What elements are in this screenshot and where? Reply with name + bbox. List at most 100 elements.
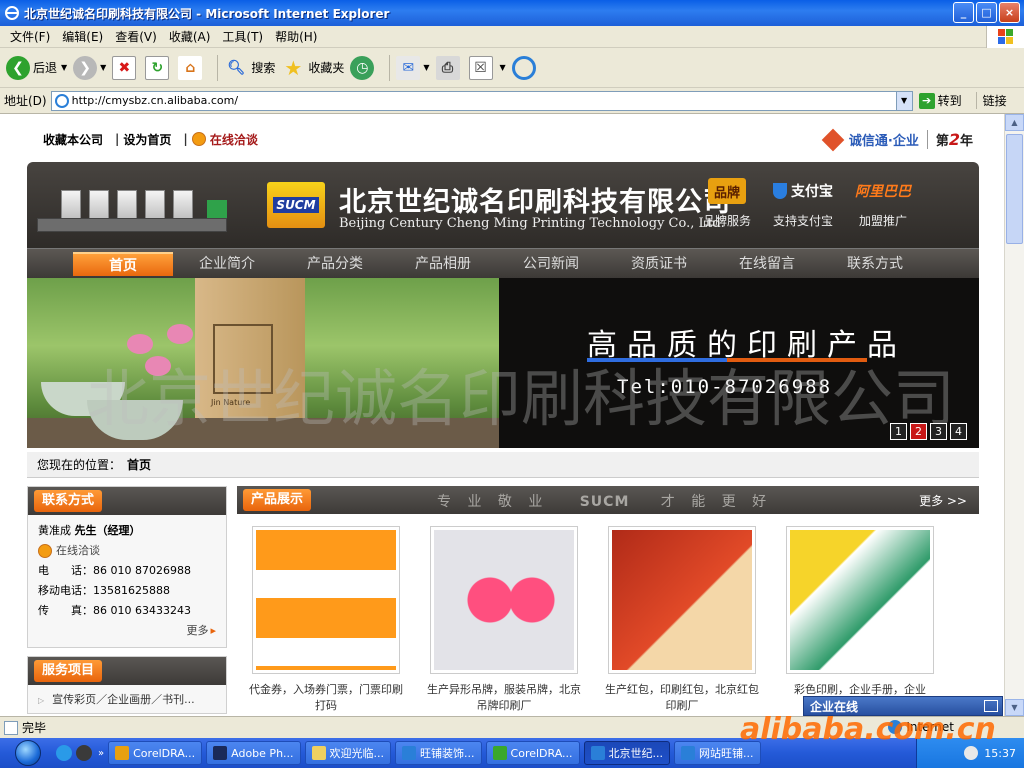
nav-guestbook[interactable]: 在线留言 (713, 252, 821, 276)
stop-button[interactable]: ✖ (112, 55, 139, 80)
toolbar: ❮ 后退 ▼ ❯ ▼ ✖ ↻ ⌂ 🔍︎ 搜索 ★ 收藏夹 ◷ ✉ ▼ ⎙ ☒ ▼ (0, 48, 1024, 88)
menu-tools[interactable]: 工具(T) (216, 28, 269, 45)
product-image-envelopes[interactable] (612, 530, 752, 670)
alipay-badge[interactable]: 支付宝 支持支付宝 (773, 178, 833, 229)
edit-button[interactable]: ☒ ▼ (468, 55, 506, 80)
address-bar: 地址(D) http://cmysbz.cn.alibaba.com/ ▼ ➔ … (0, 88, 1024, 114)
back-arrow-icon: ❮ (6, 55, 30, 80)
tray-icon[interactable] (964, 746, 979, 760)
nav-categories[interactable]: 产品分类 (281, 252, 389, 276)
scroll-down-icon[interactable]: ▼ (1005, 699, 1024, 716)
menu-help[interactable]: 帮助(H) (269, 28, 323, 45)
trust-certificate[interactable]: 诚信通·企业 第2年 (821, 128, 973, 151)
brand-service-badge[interactable]: 品牌 品牌服务 (703, 178, 751, 229)
maximize-button[interactable]: □ (976, 2, 997, 23)
contact-more-link[interactable]: 更多 (38, 621, 216, 641)
qq-quicklaunch-icon[interactable] (76, 745, 92, 761)
printing-press-image (37, 182, 227, 236)
close-button[interactable]: × (999, 2, 1020, 23)
task-welcome[interactable]: 欢迎光临... (304, 741, 392, 765)
menu-file[interactable]: 文件(F) (4, 28, 56, 45)
search-icon: 🔍︎ (227, 59, 246, 76)
refresh-button[interactable]: ↻ (145, 55, 172, 80)
divider: | (183, 132, 188, 146)
product-image-tags[interactable] (434, 530, 574, 670)
task-shop-decoration[interactable]: 旺铺装饰... (395, 741, 482, 765)
product-caption[interactable]: 生产异形吊牌，服装吊牌，北京吊牌印刷厂 (424, 682, 584, 714)
menu-view[interactable]: 查看(V) (109, 28, 163, 45)
window-title: 北京世纪诚名印刷科技有限公司 - Microsoft Internet Expl… (24, 6, 390, 21)
services-box: 服务项目 宣传彩页／企业画册／书刊... (27, 656, 227, 714)
address-dropdown-icon[interactable]: ▼ (895, 91, 912, 110)
chat-link[interactable]: 在线洽谈 (191, 131, 262, 148)
product-image-brochures[interactable] (790, 530, 930, 670)
restore-icon[interactable] (984, 700, 998, 712)
back-button[interactable]: ❮ 后退 ▼ (6, 55, 67, 80)
search-button[interactable]: 🔍︎ 搜索 (224, 56, 275, 80)
site-top-links: 收藏本公司 | 设为首页 | 在线洽谈 诚信通·企业 第2年 (27, 120, 979, 158)
banner-page-1[interactable]: 1 (890, 423, 907, 440)
product-caption[interactable]: 代金券，入场券门票，门票印刷打码 (246, 682, 406, 714)
banner-page-2[interactable]: 2 (910, 423, 927, 440)
forward-button[interactable]: ❯ ▼ (73, 55, 106, 80)
start-button[interactable] (0, 738, 56, 768)
status-text: 完毕 (22, 721, 47, 735)
favorites-button[interactable]: ★ 收藏夹 (281, 56, 344, 80)
contact-mobile: 移动电话：13581625888 (38, 584, 170, 597)
main-nav: 首页 企业简介 产品分类 产品相册 公司新闻 资质证书 在线留言 联系方式 (27, 248, 979, 278)
home-button[interactable]: ⌂ (178, 55, 205, 80)
contact-chat-link[interactable]: 在线洽谈 (38, 541, 216, 561)
ie-messenger-button[interactable] (511, 55, 539, 80)
alibaba-badge[interactable]: 阿里巴巴 加盟推广 (855, 178, 911, 229)
sethome-link[interactable]: 设为首页 (123, 131, 171, 148)
product-image-tickets[interactable] (256, 530, 396, 670)
nav-album[interactable]: 产品相册 (389, 252, 497, 276)
print-button[interactable]: ⎙ (435, 55, 463, 80)
mail-dropdown-icon[interactable]: ▼ (423, 63, 429, 72)
edit-dropdown-icon[interactable]: ▼ (500, 63, 506, 72)
task-coreldraw-2[interactable]: CorelDRA... (485, 741, 580, 765)
vertical-scrollbar[interactable]: ▲ ▼ (1004, 114, 1024, 716)
address-input[interactable]: http://cmysbz.cn.alibaba.com/ ▼ (50, 90, 913, 111)
task-beijing-century[interactable]: 北京世纪... (583, 741, 671, 765)
ie-icon (5, 6, 19, 20)
service-item[interactable]: 宣传彩页／企业画册／书刊... (28, 685, 226, 713)
minimize-button[interactable]: _ (953, 2, 974, 23)
nav-news[interactable]: 公司新闻 (497, 252, 605, 276)
print-icon: ⎙ (435, 55, 460, 80)
task-coreldraw-1[interactable]: CorelDRA... (108, 741, 203, 765)
scroll-up-icon[interactable]: ▲ (1005, 114, 1024, 131)
nav-home[interactable]: 首页 (73, 251, 173, 276)
product-card[interactable]: 彩色印刷，企业手册，企业 (771, 526, 949, 714)
banner-page-4[interactable]: 4 (950, 423, 967, 440)
nav-contact[interactable]: 联系方式 (821, 252, 929, 276)
product-card[interactable]: 生产异形吊牌，服装吊牌，北京吊牌印刷厂 (415, 526, 593, 714)
breadcrumb-current[interactable]: 首页 (127, 456, 151, 473)
product-caption[interactable]: 生产红包，印刷红包，北京红包印刷厂 (602, 682, 762, 714)
product-card[interactable]: 生产红包，印刷红包，北京红包印刷厂 (593, 526, 771, 714)
breadcrumb-label: 您现在的位置： (37, 458, 122, 472)
mail-button[interactable]: ✉ ▼ (396, 55, 430, 80)
menu-favorites[interactable]: 收藏(A) (163, 28, 217, 45)
menu-edit[interactable]: 编辑(E) (56, 28, 109, 45)
banner-page-3[interactable]: 3 (930, 423, 947, 440)
star-icon: ★ (284, 55, 303, 80)
bookmark-link[interactable]: 收藏本公司 (43, 131, 103, 148)
back-dropdown-icon[interactable]: ▼ (61, 63, 67, 72)
nav-certificates[interactable]: 资质证书 (605, 252, 713, 276)
folder-icon (311, 746, 326, 760)
task-photoshop[interactable]: Adobe Ph... (206, 741, 301, 765)
product-card[interactable]: 代金券，入场券门票，门票印刷打码 (237, 526, 415, 714)
scroll-thumb[interactable] (1006, 134, 1023, 244)
quicklaunch-more-icon[interactable]: » (98, 748, 104, 759)
cert-name: 诚信通·企业 (848, 134, 919, 149)
nav-profile[interactable]: 企业简介 (173, 252, 281, 276)
site-content: 收藏本公司 | 设为首页 | 在线洽谈 诚信通·企业 第2年 SUCM 北京世纪… (27, 114, 979, 716)
go-button[interactable]: ➔ 转到 (918, 92, 962, 109)
ie-quicklaunch-icon[interactable] (56, 745, 72, 761)
history-button[interactable]: ◷ (350, 55, 377, 80)
products-more-link[interactable]: 更多 >> (919, 492, 967, 509)
contact-phone: 电 话：86 010 87026988 (38, 564, 191, 577)
links-button[interactable]: 链接 (975, 92, 1007, 109)
forward-dropdown-icon[interactable]: ▼ (100, 63, 106, 72)
